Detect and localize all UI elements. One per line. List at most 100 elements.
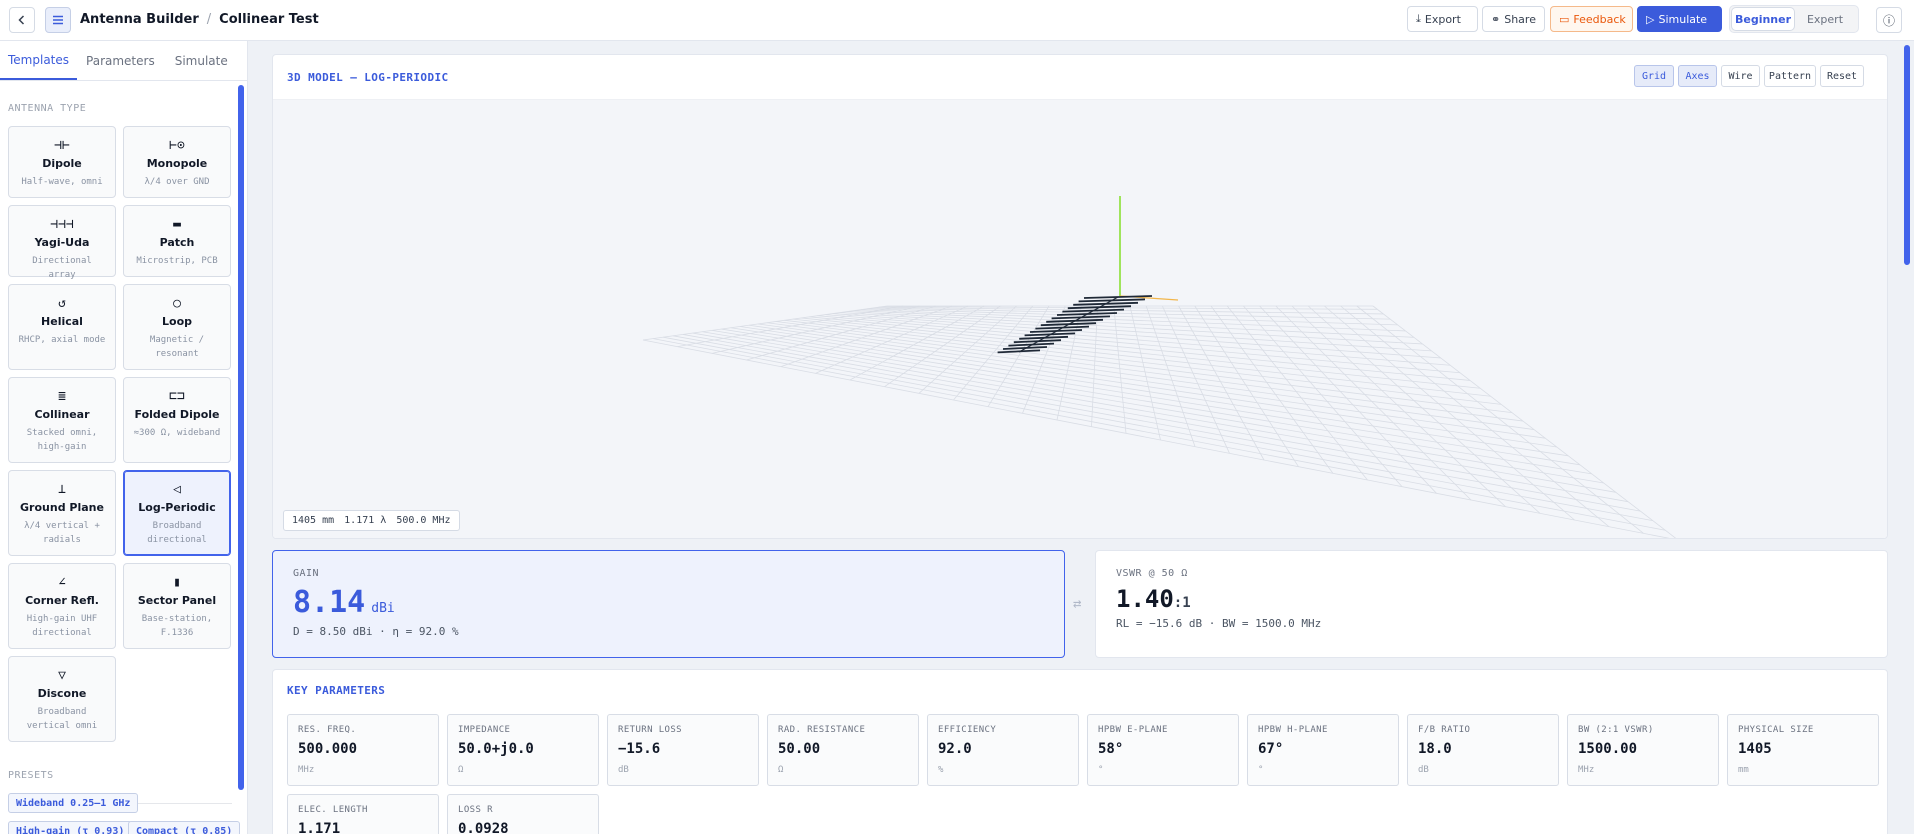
param-tile: RAD. RESISTANCE 50.00 Ω [767,714,919,786]
tab-templates[interactable]: Templates [0,41,78,80]
play-icon: ▷ [1646,12,1655,26]
app-title[interactable]: Antenna Builder [80,12,199,27]
antenna-type-grid: ⊣⊢ Dipole Half-wave, omni ⊢⊙ Monopole λ/4 ov… [8,126,232,749]
type-card-yagi-uda[interactable]: ⊣⊣⊣ Yagi-Uda Directional array [8,205,116,280]
gain-card[interactable]: GAIN 8.14 dBi D = 8.50 dBi · η = 92.0 % [272,550,1065,658]
model-view-header: 3D MODEL — LOG-PERIODIC Grid Axes Wire P… [273,55,1887,100]
param-value: 0.0928 [458,821,509,834]
param-value: 50.00 [778,741,821,757]
param-unit: dB [1418,765,1429,775]
sidebar: Templates Parameters Simulate ANTENNA TY… [0,41,248,834]
param-value: 50.0+j0.0 [458,741,534,757]
project-name: Collinear Test [219,12,319,27]
grid-line [775,321,1513,414]
param-tile: ELEC. LENGTH1.171λ [287,794,439,834]
toggle-axes[interactable]: Axes [1678,65,1717,87]
preset-compact[interactable]: Compact (τ 0.85) [128,821,241,834]
tab-parameters[interactable]: Parameters [78,41,163,80]
grid-line [673,335,1641,512]
grid-line [677,305,904,348]
vswr-value-row: 1.40 :1 [1116,585,1191,613]
preset-high-gain[interactable]: High-gain (τ 0.93) [8,821,133,834]
param-label: ELEC. LENGTH [298,805,368,815]
type-card-ground-plane[interactable]: ⊥ Ground Plane λ/4 vertical + radials [8,470,116,556]
param-label: IMPEDANCE [458,725,511,735]
type-card-helical[interactable]: ↺ Helical RHCP, axial mode [8,284,116,370]
type-card-loop[interactable]: ○ Loop Magnetic / resonant [123,284,231,370]
param-value: 67° [1258,741,1284,757]
3d-viewport[interactable]: 1405 mm 1.171 λ 500.0 MHz [273,100,1888,539]
grid-line [663,336,1653,522]
help-icon: ⓘ [1882,13,1895,28]
tab-simulate[interactable]: Simulate [167,41,236,80]
grid-line [1210,305,1334,474]
sidebar-scrollbar[interactable] [238,85,244,790]
type-desc: Magnetic / resonant [149,335,205,359]
param-label: PHYSICAL SIZE [1738,725,1814,735]
mode-expert[interactable]: Expert [1794,8,1856,30]
gain-label: GAIN [293,568,320,579]
toggle-grid[interactable]: Grid [1634,65,1674,87]
model-view-title: 3D MODEL — LOG-PERIODIC [287,71,449,84]
param-label: BW (2:1 VSWR) [1578,725,1654,735]
monopole-icon: ⊢⊙ [169,138,185,153]
type-card-patch[interactable]: ▬ Patch Microstrip, PCB [123,205,231,277]
grid-line [739,326,1557,448]
type-card-log-periodic[interactable]: ◁ Log-Periodic Broadband directional [123,470,231,556]
vswr-unit: :1 [1173,595,1191,611]
type-card-discone[interactable]: ▽ Discone Broadband vertical omni [8,656,116,742]
feedback-label: Feedback [1573,12,1626,26]
preset-wideband[interactable]: Wideband 0.25–1 GHz [8,793,139,813]
share-button[interactable]: ⚭ Share [1482,6,1545,32]
vswr-value: 1.40 [1116,585,1174,613]
type-name: Sector Panel [137,594,217,607]
param-value: −15.6 [618,741,661,757]
antenna-type-heading: ANTENNA TYPE [8,103,87,114]
vswr-card[interactable]: VSWR @ 50 Ω 1.40 :1 RL = −15.6 dB · BW =… [1095,550,1888,658]
param-tile: RETURN LOSS −15.6 dB [607,714,759,786]
back-button[interactable] [9,7,35,33]
param-unit: Ω [458,765,464,775]
type-card-sector-panel[interactable]: ▮ Sector Panel Base-station, F.1336 [123,563,231,649]
swap-icon[interactable]: ⇄ [1073,596,1081,612]
param-unit: mm [1738,765,1749,775]
param-label: RES. FREQ. [298,725,357,735]
param-value: 500.000 [298,741,358,757]
toggle-pattern[interactable]: Pattern [1764,65,1816,87]
menu-button[interactable] [45,7,71,33]
type-name: Discone [37,687,87,700]
yagi-icon: ⊣⊣⊣ [50,217,74,232]
readout-lambda: 1.171 λ [344,515,387,526]
param-tile: BW (2:1 VSWR) 1500.00 MHz [1567,714,1719,786]
type-name: Patch [159,236,195,249]
type-card-folded-dipole[interactable]: ⊏⊐ Folded Dipole ≈300 Ω, wideband [123,377,231,463]
param-unit: % [938,765,944,775]
comment-icon: ▭ [1559,12,1570,26]
type-card-dipole[interactable]: ⊣⊢ Dipole Half-wave, omni [8,126,116,198]
mode-beginner[interactable]: Beginner [1732,8,1794,30]
type-card-corner-reflector[interactable]: ∠ Corner Refl. High-gain UHF directional [8,563,116,649]
reset-view-button[interactable]: Reset [1820,65,1864,87]
gain-value-row: 8.14 dBi [293,585,395,620]
param-tile: HPBW H-PLANE 67° ° [1247,714,1399,786]
feedback-button[interactable]: ▭ Feedback [1550,6,1633,32]
type-name: Monopole [146,157,208,170]
chevron-left-icon [18,15,25,25]
param-label: HPBW E-PLANE [1098,725,1168,735]
main-scrollbar[interactable] [1904,45,1910,265]
param-unit: ° [1258,765,1264,775]
type-desc: Directional array [32,256,92,280]
discone-icon: ▽ [58,668,66,683]
type-name: Ground Plane [20,501,104,514]
help-button[interactable]: ⓘ [1876,7,1902,33]
export-button[interactable]: ⤓ Export [1407,6,1478,32]
toggle-wire[interactable]: Wire [1721,65,1760,87]
folded-dipole-icon: ⊏⊐ [169,389,185,404]
simulate-button[interactable]: ▷ Simulate [1637,6,1722,32]
3d-scene[interactable] [273,100,1888,539]
param-value: 58° [1098,741,1124,757]
type-desc: High-gain UHF directional [26,614,98,638]
type-card-collinear[interactable]: ≣ Collinear Stacked omni, high-gain [8,377,116,463]
link-icon: ⚭ [1491,12,1501,26]
type-card-monopole[interactable]: ⊢⊙ Monopole λ/4 over GND [123,126,231,198]
